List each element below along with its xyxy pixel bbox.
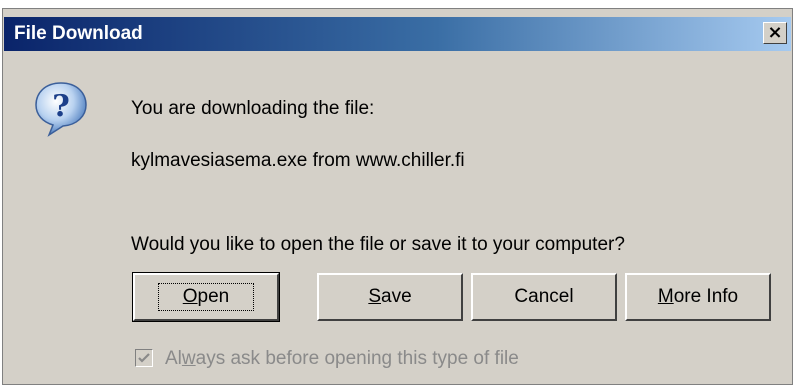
more-info-button-label: More Info	[657, 286, 739, 307]
file-source-label: kylmavesiasema.exe from www.chiller.fi	[131, 150, 465, 171]
save-button[interactable]: Save	[317, 273, 463, 321]
dialog-title: File Download	[14, 23, 143, 44]
close-icon: ×	[767, 22, 783, 43]
open-button[interactable]: Open	[132, 272, 280, 322]
always-ask-label: Always ask before opening this type of f…	[165, 348, 519, 369]
always-ask-checkbox[interactable]	[135, 349, 153, 367]
cancel-button-label: Cancel	[514, 286, 574, 307]
close-button[interactable]: ×	[763, 22, 787, 44]
question-label: Would you like to open the file or save …	[131, 234, 625, 255]
more-info-button[interactable]: More Info	[625, 273, 771, 321]
title-bar[interactable]: File Download ×	[4, 17, 791, 51]
checkmark-icon	[138, 353, 150, 363]
cancel-button[interactable]: Cancel	[471, 273, 617, 321]
file-download-dialog: File Download × ? You are downloading th…	[2, 8, 793, 385]
question-icon: ?	[35, 82, 87, 137]
open-button-label: Open	[157, 283, 255, 311]
question-glyph: ?	[52, 89, 70, 124]
downloading-label: You are downloading the file:	[131, 98, 375, 119]
save-button-label: Save	[368, 286, 412, 307]
